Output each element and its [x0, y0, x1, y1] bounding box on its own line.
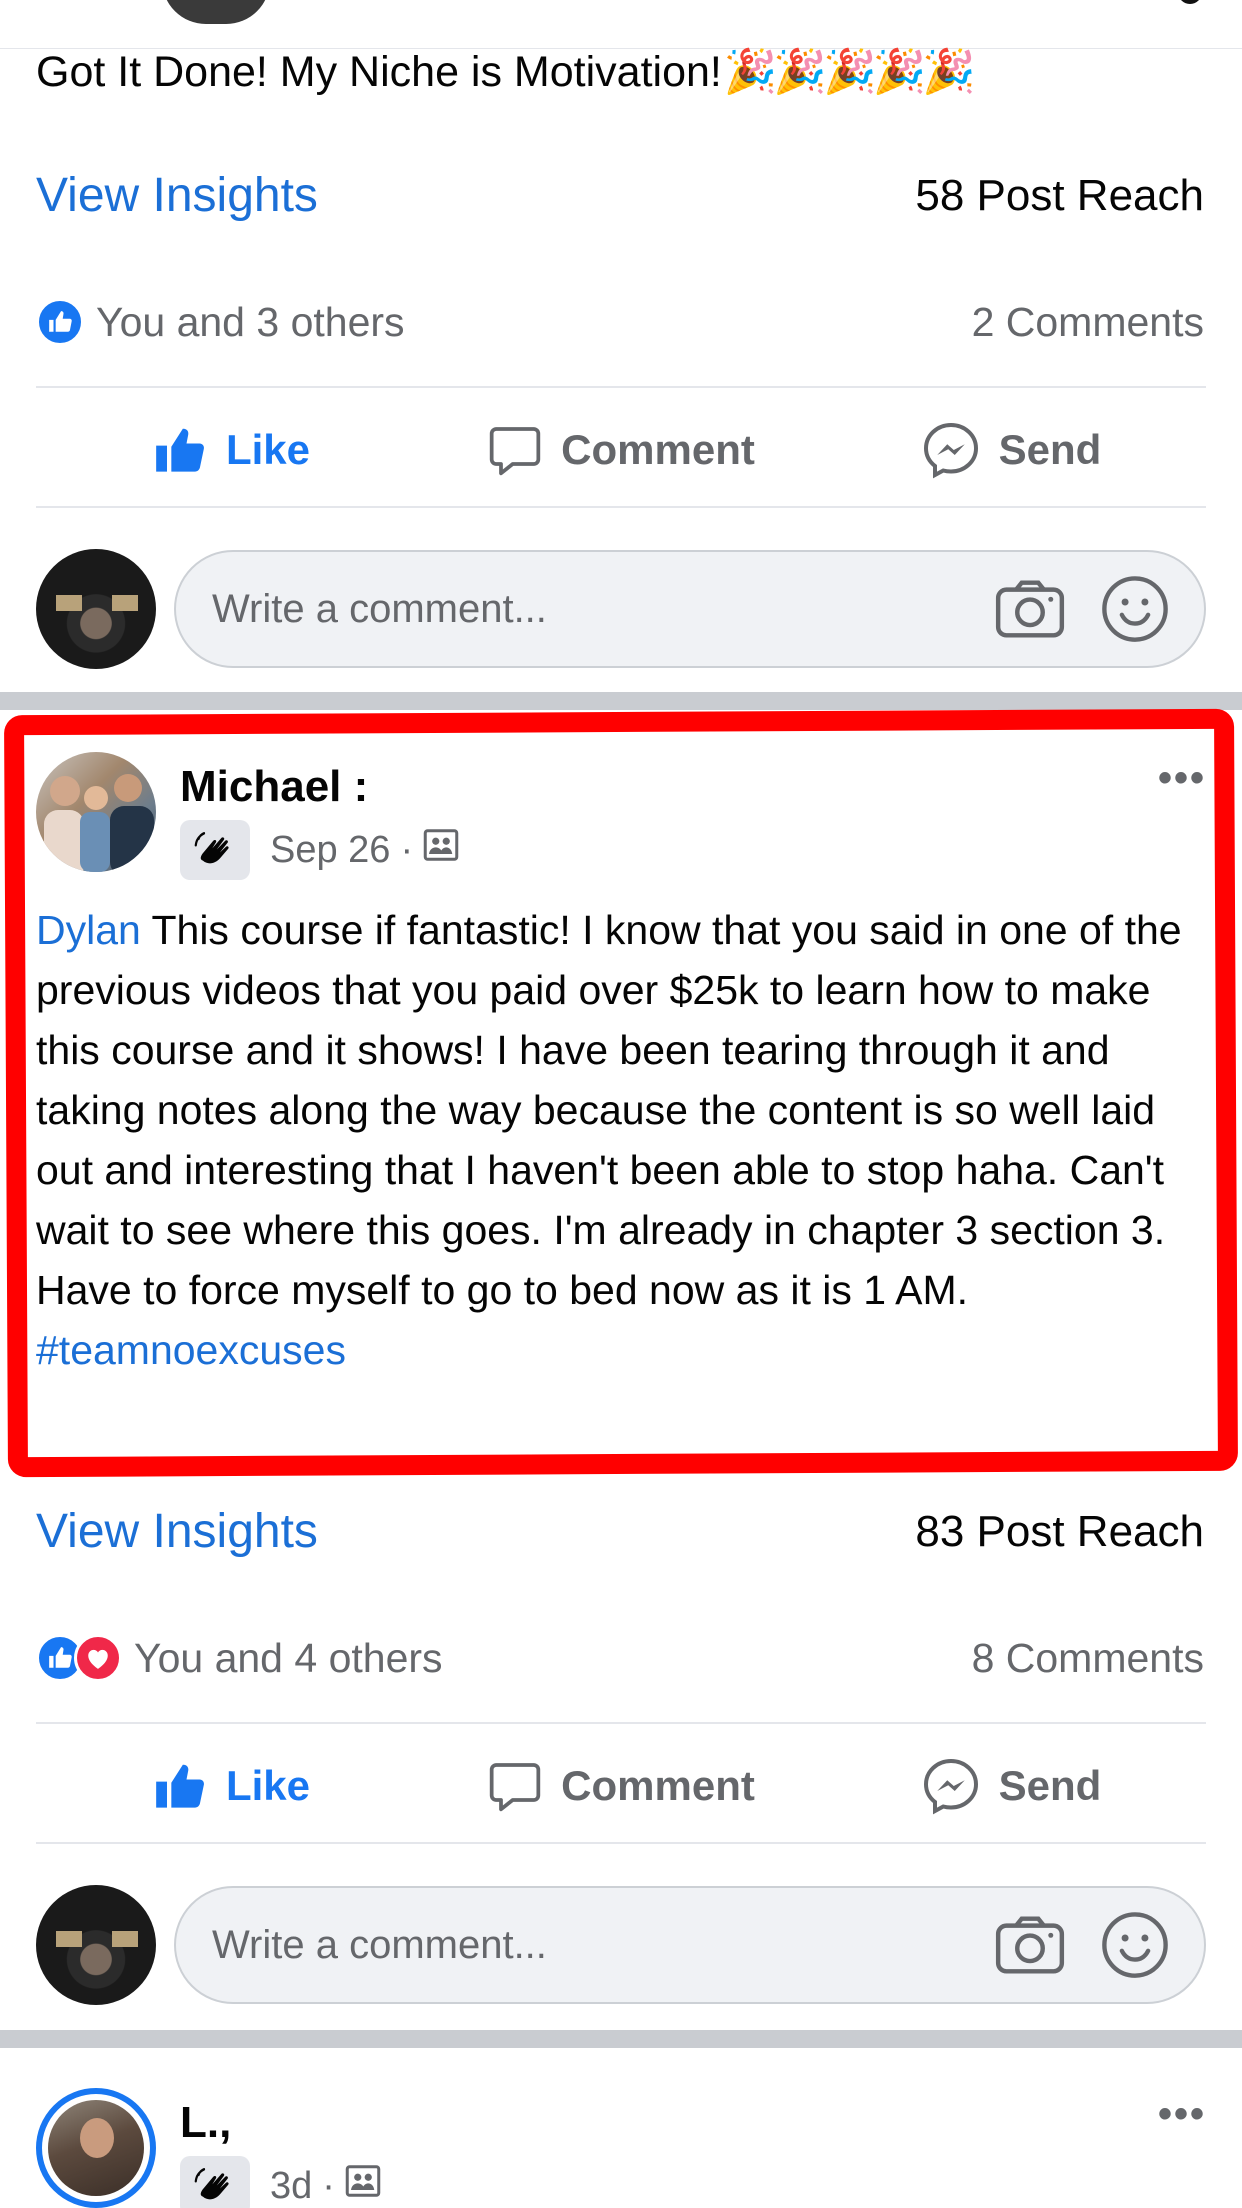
divider — [36, 386, 1206, 388]
party-popper-emoji: 🎉🎉🎉🎉🎉 — [723, 48, 976, 96]
previous-avatar-edge — [162, 0, 270, 24]
previous-insights-row: View Insights 58 Post Reach — [36, 168, 1204, 223]
divider — [36, 506, 1206, 508]
comment-button[interactable]: Comment — [426, 422, 816, 478]
messenger-icon — [923, 422, 978, 479]
comments-count[interactable]: 2 Comments — [972, 299, 1204, 346]
comment-bubble-icon — [489, 1763, 541, 1812]
send-button[interactable]: Send — [816, 420, 1206, 480]
insights-row: View Insights 83 Post Reach — [36, 1504, 1204, 1559]
post-date[interactable]: 3d — [270, 2165, 312, 2208]
red-highlight-annotation — [4, 708, 1238, 1478]
comment-field[interactable] — [174, 550, 1206, 668]
previous-comment-row — [36, 548, 1206, 670]
like-button[interactable]: Like — [36, 1760, 426, 1812]
divider — [36, 1722, 1206, 1724]
camera-icon[interactable] — [994, 578, 1066, 640]
comment-input[interactable] — [212, 586, 960, 632]
comment-field[interactable] — [174, 1886, 1206, 2004]
next-post-header: L., 3d · ••• — [36, 2088, 1206, 2208]
messenger-icon — [923, 1758, 978, 1815]
reactions-row: You and 4 others 8 Comments — [36, 1634, 1204, 1682]
emoji-icon[interactable] — [1100, 574, 1170, 644]
reactions-label: You and 4 others — [134, 1634, 443, 1681]
post-reach-count: 83 Post Reach — [915, 1506, 1204, 1556]
thumbs-up-icon — [156, 428, 204, 472]
post-separator — [0, 2030, 1242, 2048]
waving-hand-badge-icon[interactable] — [180, 2156, 250, 2208]
view-insights-link[interactable]: View Insights — [36, 1504, 318, 1559]
comment-bubble-icon — [489, 427, 541, 476]
love-icon — [74, 1634, 122, 1682]
author-name[interactable]: L., — [180, 2098, 231, 2148]
author-avatar[interactable] — [36, 2088, 156, 2208]
like-button[interactable]: Like — [36, 424, 426, 476]
user-avatar[interactable] — [36, 1885, 156, 2005]
previous-reactions-row: You and 3 others 2 Comments — [36, 298, 1204, 346]
post-meta: 3d · — [180, 2156, 381, 2208]
thumbs-up-icon — [156, 1764, 204, 1808]
previous-post-text: Got It Done! My Niche is Motivation!🎉🎉🎉🎉… — [36, 48, 976, 96]
post-reach-count: 58 Post Reach — [915, 170, 1204, 220]
comment-row — [36, 1884, 1206, 2006]
previous-more-edge — [1178, 0, 1202, 4]
comment-input[interactable] — [212, 1922, 960, 1968]
reactions-summary[interactable]: You and 4 others — [36, 1634, 443, 1682]
like-icon — [36, 298, 84, 346]
reactions-summary[interactable]: You and 3 others — [36, 298, 405, 346]
camera-icon[interactable] — [994, 1914, 1066, 1976]
view-insights-link[interactable]: View Insights — [36, 168, 318, 223]
reactions-label: You and 3 others — [96, 298, 405, 345]
meta-dot: · — [322, 2164, 335, 2207]
user-avatar[interactable] — [36, 549, 156, 669]
more-options-icon[interactable]: ••• — [1158, 2092, 1206, 2137]
comment-button[interactable]: Comment — [426, 1758, 816, 1814]
group-members-icon — [345, 2164, 381, 2208]
action-bar: Like Comment Send — [36, 1726, 1206, 1846]
comments-count[interactable]: 8 Comments — [972, 1635, 1204, 1682]
send-button[interactable]: Send — [816, 1756, 1206, 1816]
emoji-icon[interactable] — [1100, 1910, 1170, 1980]
post-separator — [0, 692, 1242, 710]
divider — [36, 1842, 1206, 1844]
previous-action-bar: Like Comment Send — [36, 390, 1206, 510]
